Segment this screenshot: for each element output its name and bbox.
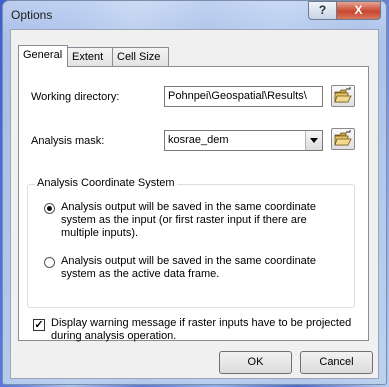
window-title: Options	[11, 8, 53, 22]
radio-same-as-input[interactable]	[44, 203, 55, 214]
radio-active-data-frame-label[interactable]: Analysis output will be saved in the sam…	[61, 255, 346, 281]
dialog-client-area: General Extent Cell Size Working directo…	[10, 29, 379, 379]
title-bar[interactable]: Options ? X	[3, 1, 386, 29]
working-directory-browse-button[interactable]	[331, 85, 355, 107]
working-directory-input[interactable]: Pohnpei\Geospatial\Results\	[164, 86, 323, 107]
ok-button[interactable]: OK	[219, 351, 292, 374]
general-tab-panel: Working directory: Pohnpei\Geospatial\Re…	[18, 66, 369, 343]
tab-cell-size[interactable]: Cell Size	[112, 47, 169, 66]
radio-active-data-frame[interactable]	[44, 257, 55, 268]
working-directory-label: Working directory:	[31, 91, 120, 103]
radio-selected-dot	[47, 206, 52, 211]
open-folder-icon	[334, 87, 352, 103]
warning-message-checkbox[interactable]: ✓	[33, 319, 45, 331]
analysis-mask-label: Analysis mask:	[31, 135, 105, 147]
analysis-mask-combobox[interactable]: kosrae_dem	[164, 130, 323, 151]
coordinate-system-groupbox: Analysis Coordinate System Analysis outp…	[27, 177, 355, 308]
help-button[interactable]: ?	[308, 1, 337, 20]
analysis-mask-value: kosrae_dem	[168, 134, 229, 146]
cancel-button[interactable]: Cancel	[300, 351, 373, 374]
options-dialog: Options ? X General Extent Cell Size Wor…	[2, 0, 387, 385]
radio-same-as-input-label[interactable]: Analysis output will be saved in the sam…	[61, 201, 346, 240]
open-folder-icon	[334, 130, 352, 146]
tab-general[interactable]: General	[18, 45, 68, 67]
analysis-mask-browse-button[interactable]	[331, 128, 355, 150]
close-button[interactable]: X	[336, 1, 381, 20]
tab-extent[interactable]: Extent	[67, 47, 113, 66]
coordinate-system-title: Analysis Coordinate System	[35, 177, 177, 189]
chevron-down-icon[interactable]	[305, 131, 322, 150]
warning-message-label[interactable]: Display warning message if raster inputs…	[51, 317, 356, 343]
